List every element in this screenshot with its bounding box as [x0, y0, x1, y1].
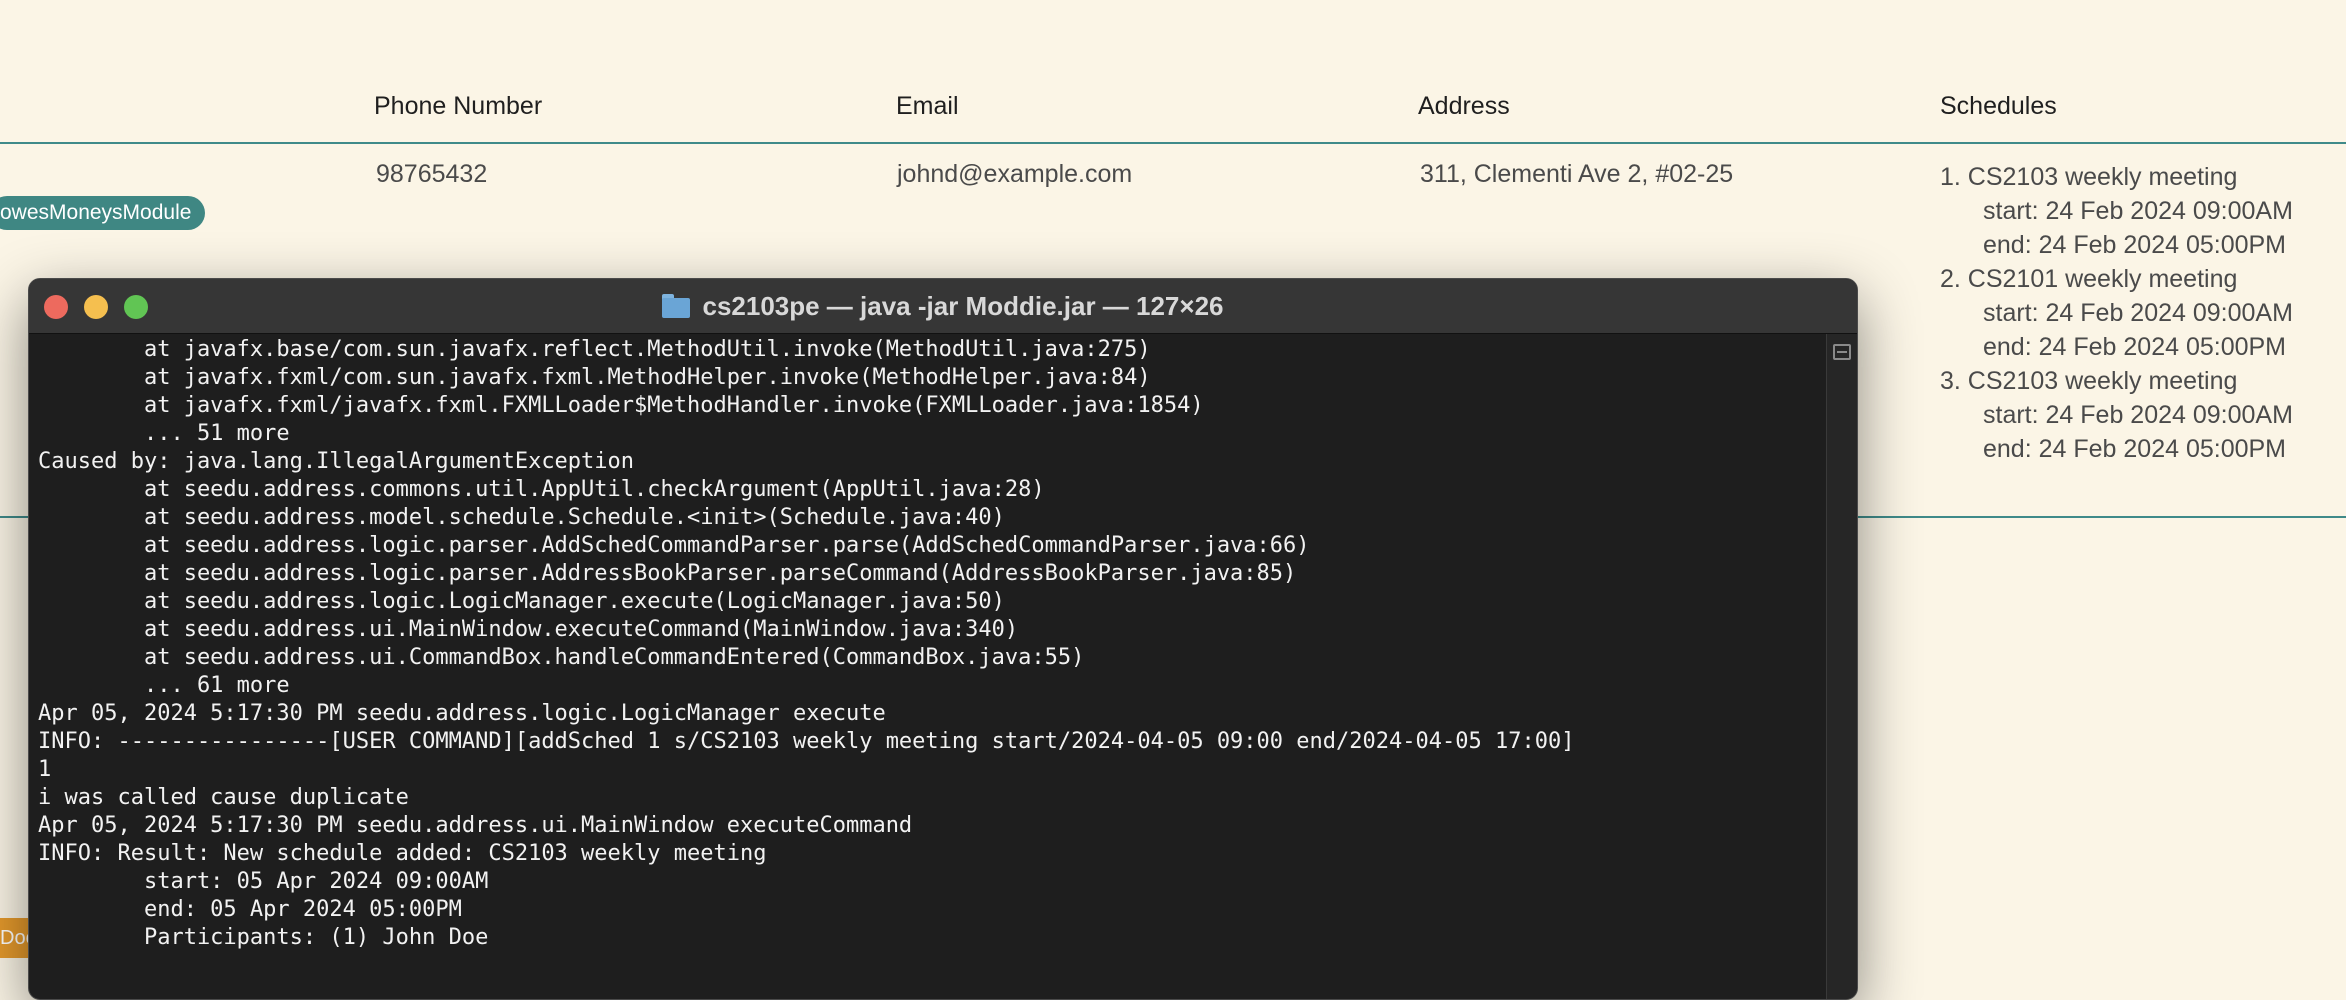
terminal-line: 1 — [38, 757, 52, 782]
schedule-title: 1. CS2103 weekly meeting — [1940, 163, 2238, 191]
window-title-text: cs2103pe — java -jar Moddie.jar — 127×26 — [702, 290, 1224, 321]
terminal-line: at seedu.address.ui.CommandBox.handleCom… — [38, 645, 1085, 670]
terminal-line: at javafx.fxml/javafx.fxml.FXMLLoader$Me… — [38, 393, 1204, 418]
header-phone: Phone Number — [374, 92, 543, 120]
terminal-line: INFO: Result: New schedule added: CS2103… — [38, 841, 767, 866]
terminal-line: at seedu.address.commons.util.AppUtil.ch… — [38, 477, 1045, 502]
schedule-list: 1. CS2103 weekly meeting start: 24 Feb 2… — [1940, 160, 2293, 466]
terminal-line: Apr 05, 2024 5:17:30 PM seedu.address.lo… — [38, 701, 886, 726]
terminal-scrollbar[interactable] — [1826, 334, 1857, 999]
terminal-line: at javafx.base/com.sun.javafx.reflect.Me… — [38, 337, 1151, 362]
header-email: Email — [896, 92, 959, 120]
schedule-end: end: 24 Feb 2024 05:00PM — [1983, 231, 2287, 259]
person-email: johnd@example.com — [897, 160, 1133, 188]
person-phone: 98765432 — [376, 160, 488, 188]
window-title: cs2103pe — java -jar Moddie.jar — 127×26 — [29, 279, 1857, 333]
schedule-title: 2. CS2101 weekly meeting — [1940, 265, 2238, 293]
terminal-line: at seedu.address.logic.parser.AddSchedCo… — [38, 533, 1310, 558]
terminal-titlebar[interactable]: cs2103pe — java -jar Moddie.jar — 127×26 — [29, 279, 1857, 334]
person-address: 311, Clementi Ave 2, #02-25 — [1420, 160, 1734, 188]
terminal-line: at seedu.address.logic.parser.AddressBoo… — [38, 561, 1297, 586]
terminal-line: at seedu.address.ui.MainWindow.executeCo… — [38, 617, 1019, 642]
schedule-start: start: 24 Feb 2024 09:00AM — [1983, 401, 2293, 429]
schedule-title: 3. CS2103 weekly meeting — [1940, 367, 2238, 395]
terminal-line: Caused by: java.lang.IllegalArgumentExce… — [38, 449, 635, 474]
terminal-line: at javafx.fxml/com.sun.javafx.fxml.Metho… — [38, 365, 1151, 390]
terminal-line: at seedu.address.model.schedule.Schedule… — [38, 505, 1005, 530]
terminal-line: at seedu.address.logic.LogicManager.exec… — [38, 589, 1005, 614]
folder-icon — [662, 294, 691, 318]
person-tag: owesMoneysModule — [0, 196, 206, 230]
terminal-output[interactable]: at javafx.base/com.sun.javafx.reflect.Me… — [29, 334, 1827, 999]
schedule-end: end: 24 Feb 2024 05:00PM — [1983, 435, 2287, 463]
terminal-line: INFO: ----------------[USER COMMAND][add… — [38, 729, 1575, 754]
terminal-line: Participants: (1) John Doe — [38, 925, 489, 950]
terminal-line: ... 61 more — [38, 673, 290, 698]
schedule-start: start: 24 Feb 2024 09:00AM — [1983, 299, 2293, 327]
schedule-end: end: 24 Feb 2024 05:00PM — [1983, 333, 2287, 361]
header-address: Address — [1418, 92, 1510, 120]
terminal-line: end: 05 Apr 2024 05:00PM — [38, 897, 462, 922]
terminal-line: start: 05 Apr 2024 09:00AM — [38, 869, 489, 894]
terminal-line: Apr 05, 2024 5:17:30 PM seedu.address.ui… — [38, 813, 913, 838]
split-pane-icon[interactable] — [1833, 344, 1851, 360]
schedule-start: start: 24 Feb 2024 09:00AM — [1983, 197, 2293, 225]
header-schedules: Schedules — [1940, 92, 2057, 120]
header-divider — [0, 142, 2346, 144]
terminal-line: i was called cause duplicate — [38, 785, 409, 810]
terminal-window[interactable]: cs2103pe — java -jar Moddie.jar — 127×26… — [28, 278, 1858, 1000]
terminal-line: ... 51 more — [38, 421, 290, 446]
